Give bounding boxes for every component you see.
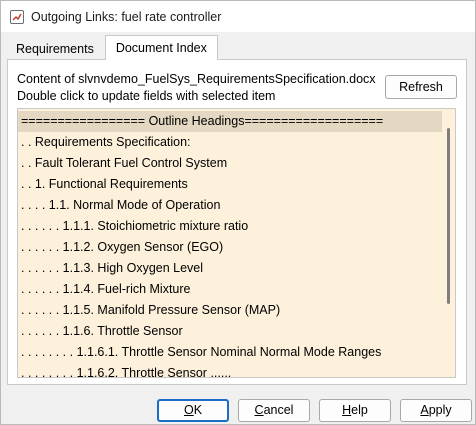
outline-item[interactable]: . . . . . . . . 1.1.6.1. Throttle Sensor… [18, 342, 442, 363]
apply-button[interactable]: Apply [400, 399, 472, 422]
cancel-button[interactable]: Cancel [238, 399, 310, 422]
outline-item[interactable]: . . . . . . 1.1.4. Fuel-rich Mixture [18, 279, 442, 300]
apply-label-rest: pply [428, 403, 452, 417]
scrollbar-thumb[interactable] [447, 128, 450, 304]
outline-item[interactable]: . . . . . . 1.1.2. Oxygen Sensor (EGO) [18, 237, 442, 258]
content-filename-text: Content of slvnvdemo_FuelSys_Requirement… [17, 72, 376, 86]
refresh-button[interactable]: Refresh [385, 75, 457, 99]
ok-mnemonic: O [183, 403, 194, 417]
outline-item[interactable]: . . . . . . 1.1.3. High Oxygen Level [18, 258, 442, 279]
tab-document-index[interactable]: Document Index [104, 35, 218, 60]
app-icon [10, 9, 24, 24]
content-hint-text: Double click to update fields with selec… [17, 89, 276, 103]
outline-item[interactable]: . . . . . . 1.1.1. Stoichiometric mixtur… [18, 216, 442, 237]
outline-item[interactable]: . . Fault Tolerant Fuel Control System [18, 153, 442, 174]
dialog-window: Outgoing Links: fuel rate controller Req… [0, 0, 476, 425]
cancel-label-rest: ancel [263, 403, 294, 417]
help-button[interactable]: Help [319, 399, 391, 422]
ok-button[interactable]: OK [157, 399, 229, 422]
title-bar: Outgoing Links: fuel rate controller [1, 1, 475, 32]
outline-list[interactable]: ================= Outline Headings======… [17, 108, 456, 378]
help-mnemonic: H [342, 403, 352, 417]
window-title: Outgoing Links: fuel rate controller [31, 9, 222, 24]
outline-rows: ================= Outline Headings======… [18, 111, 442, 377]
outline-item[interactable]: . . Requirements Specification: [18, 132, 442, 153]
help-label-rest: elp [351, 403, 368, 417]
tab-bar: Requirements Document Index [5, 35, 218, 60]
outline-item[interactable]: . . . . . . 1.1.5. Manifold Pressure Sen… [18, 300, 442, 321]
outline-item[interactable]: . . . . . . . . 1.1.6.2. Throttle Sensor… [18, 363, 442, 377]
outline-item[interactable]: ================= Outline Headings======… [18, 111, 442, 132]
tab-requirements[interactable]: Requirements [5, 37, 105, 60]
outline-item[interactable]: . . 1. Functional Requirements [18, 174, 442, 195]
outline-item[interactable]: . . . . 1.1. Normal Mode of Operation [18, 195, 442, 216]
ok-label-rest: K [193, 403, 203, 417]
content-info: Content of slvnvdemo_FuelSys_Requirement… [17, 71, 376, 105]
cancel-mnemonic: C [254, 403, 264, 417]
apply-mnemonic: A [420, 403, 429, 417]
document-index-panel: Content of slvnvdemo_FuelSys_Requirement… [7, 59, 467, 385]
outline-item[interactable]: . . . . . . 1.1.6. Throttle Sensor [18, 321, 442, 342]
